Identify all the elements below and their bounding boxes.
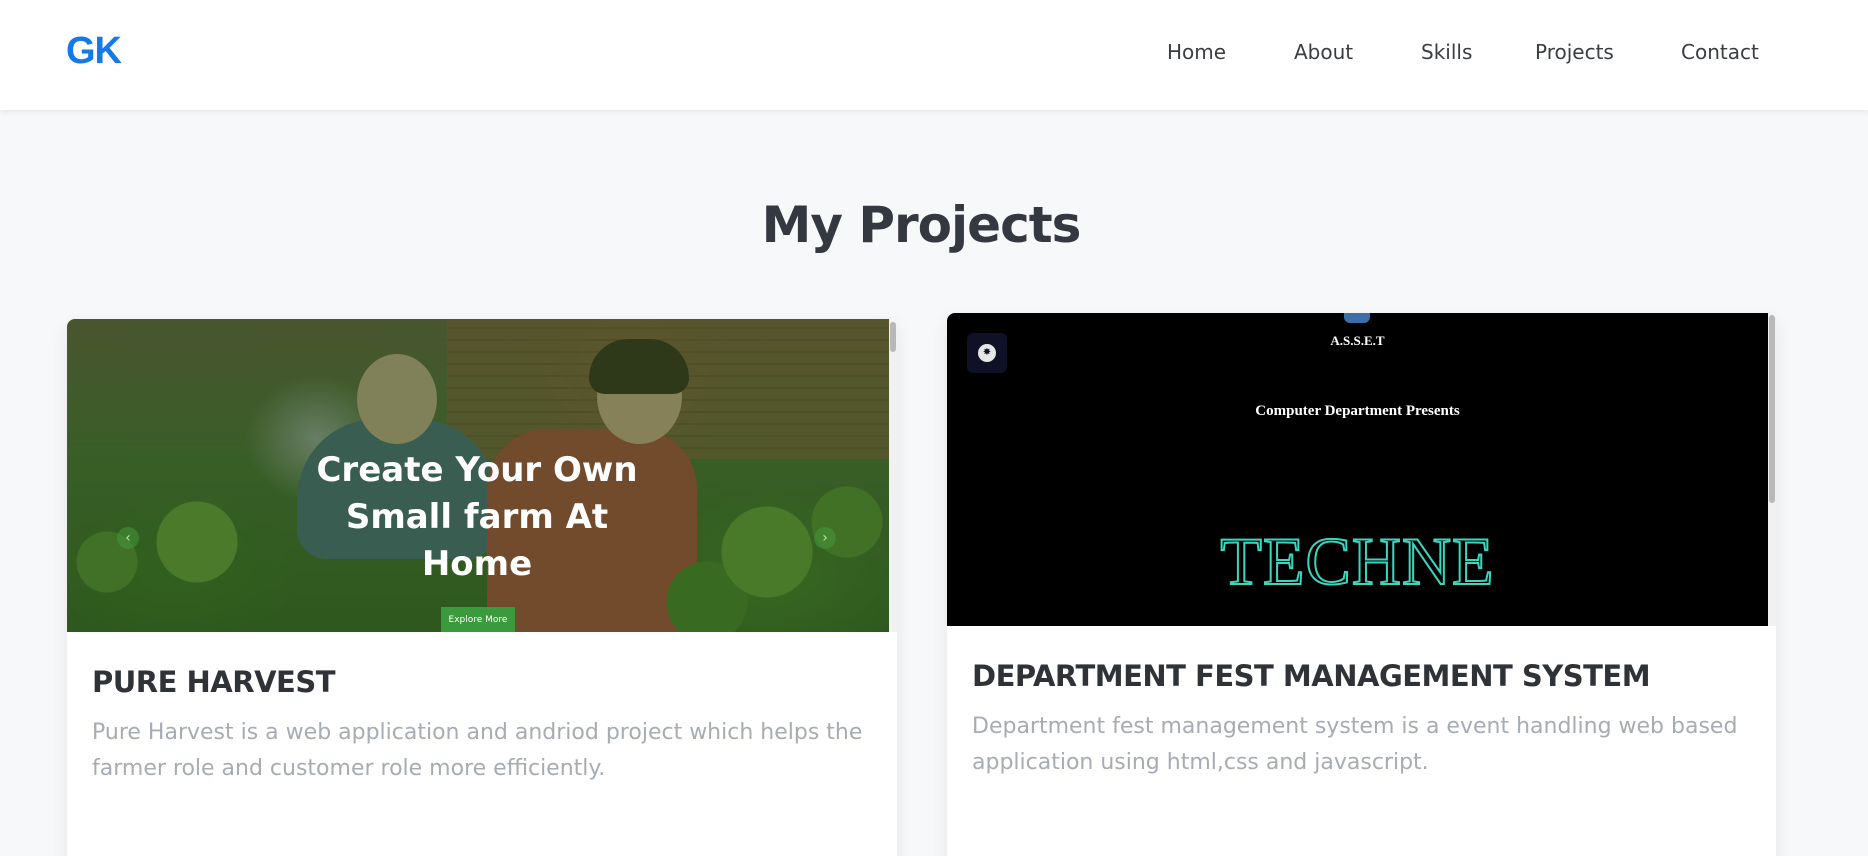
project-preview-frame[interactable]: Create Your Own Small farm At Home ‹ › E… xyxy=(67,319,889,632)
nav-projects[interactable]: Projects xyxy=(1535,40,1614,64)
presents-text: Computer Department Presents xyxy=(1255,403,1460,419)
project-title: DEPARTMENT FEST MANAGEMENT SYSTEM xyxy=(972,659,1651,693)
chevron-right-icon[interactable]: › xyxy=(814,527,836,549)
project-card-fest-management[interactable]: ✸ A.S.S.E.T Computer Department Presents… xyxy=(947,313,1776,856)
college-emblem xyxy=(1344,313,1370,323)
preview-scrollbar[interactable] xyxy=(889,319,897,632)
project-card-pure-harvest[interactable]: Create Your Own Small farm At Home ‹ › E… xyxy=(67,319,897,856)
event-name: TECHNE xyxy=(1219,522,1495,600)
nav-contact[interactable]: Contact xyxy=(1681,40,1759,64)
scrollbar-thumb[interactable] xyxy=(1769,315,1775,503)
project-title: PURE HARVEST xyxy=(92,665,336,699)
org-name: A.S.S.E.T xyxy=(1330,333,1385,348)
section-title: My Projects xyxy=(761,196,1082,254)
project-description: Pure Harvest is a web application and an… xyxy=(92,720,863,781)
project-description: Department fest management system is a e… xyxy=(972,714,1738,775)
hero-heading: Create Your Own Small farm At Home xyxy=(316,450,638,584)
logo[interactable]: GK xyxy=(66,30,122,73)
nav-about[interactable]: About xyxy=(1294,40,1353,64)
project-preview-frame[interactable]: ✸ A.S.S.E.T Computer Department Presents… xyxy=(947,313,1768,626)
scrollbar-thumb[interactable] xyxy=(890,322,896,352)
preview-scrollbar[interactable] xyxy=(1768,313,1776,626)
navbar: GK Home About Skills Projects Contact xyxy=(0,0,1868,110)
nav-home[interactable]: Home xyxy=(1167,40,1226,64)
explore-more-button[interactable]: Explore More xyxy=(441,607,515,632)
chevron-left-icon[interactable]: ‹ xyxy=(117,527,139,549)
nav-skills[interactable]: Skills xyxy=(1421,40,1472,64)
